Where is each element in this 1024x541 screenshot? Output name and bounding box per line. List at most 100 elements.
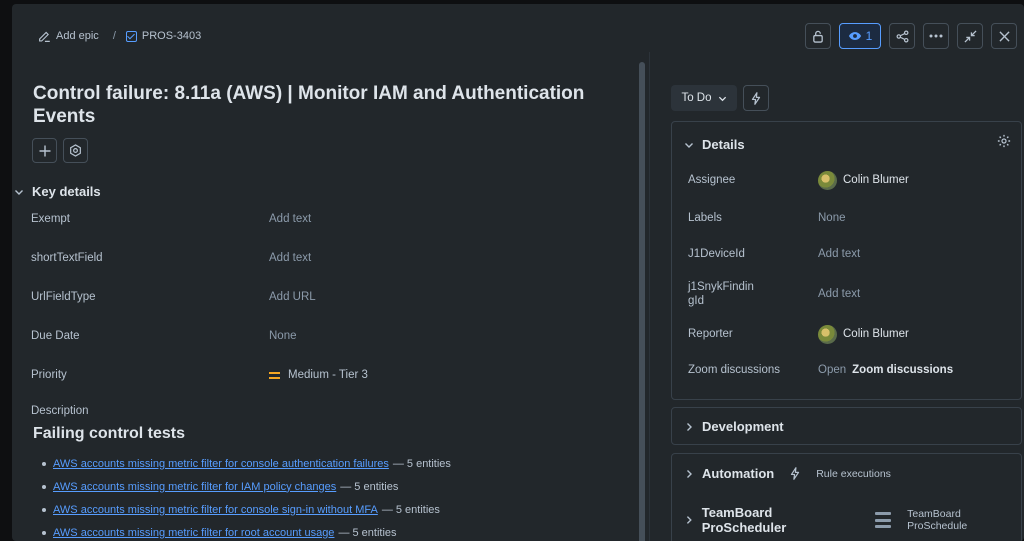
device-id-value[interactable]: Add text — [818, 248, 860, 260]
details-row-snyk-finding-id: j1SnykFindin gId Add text — [688, 279, 1008, 309]
details-row-reporter: Reporter Colin Blumer — [688, 324, 1008, 344]
automation-heading: Automation — [702, 466, 775, 481]
watch-count: 1 — [865, 29, 873, 43]
assignee-name: Colin Blumer — [843, 174, 909, 186]
chevron-down-icon — [718, 96, 726, 101]
list-item: AWS accounts missing metric filter for r… — [42, 521, 451, 541]
row-label: j1SnykFindin gId — [688, 281, 754, 307]
close-icon — [998, 30, 1010, 42]
eye-icon — [848, 32, 861, 40]
breadcrumb: Add epic / PROS-3403 — [38, 28, 201, 44]
minimize-icon — [963, 29, 977, 43]
teamboard-logo-icon — [874, 512, 892, 528]
field-short-text: shortTextField Add text — [31, 248, 621, 268]
issue-title[interactable]: Control failure: 8.11a (AWS) | Monitor I… — [33, 82, 613, 128]
status-dropdown[interactable]: To Do — [671, 85, 737, 111]
automation-panel: Automation Rule executions TeamBoard Pro… — [671, 453, 1022, 541]
control-test-link[interactable]: AWS accounts missing metric filter for r… — [53, 527, 334, 539]
apps-button[interactable] — [63, 138, 88, 163]
details-panel: Details Assignee Colin Blumer Labels Non… — [671, 121, 1022, 400]
breadcrumb-separator: / — [112, 30, 116, 42]
gear-icon[interactable] — [997, 134, 1011, 148]
main-scrollbar[interactable] — [639, 62, 645, 541]
field-value[interactable]: Add text — [269, 213, 311, 225]
share-icon — [896, 30, 908, 42]
entity-count: — 5 entities — [340, 480, 399, 493]
issue-modal: Add epic / PROS-3403 1 Control failure: … — [12, 4, 1024, 541]
development-panel: Development — [671, 407, 1022, 445]
row-label: Assignee — [688, 174, 736, 186]
description-label: Description — [31, 405, 89, 417]
lightning-icon — [791, 467, 800, 480]
control-test-link[interactable]: AWS accounts missing metric filter for I… — [53, 481, 336, 493]
field-label: Exempt — [31, 213, 70, 225]
list-item: AWS accounts missing metric filter for c… — [42, 452, 451, 475]
field-exempt: Exempt Add text — [31, 209, 621, 229]
automation-button[interactable] — [743, 85, 769, 111]
hexagon-icon — [70, 144, 81, 157]
medium-priority-icon — [269, 371, 280, 379]
chevron-down-icon — [15, 189, 23, 195]
zoom-prefix: Open — [818, 364, 847, 376]
header-actions: 1 — [805, 23, 1017, 49]
snyk-finding-value[interactable]: Add text — [818, 288, 860, 300]
rule-executions-label: Rule executions — [816, 467, 891, 480]
share-button[interactable] — [889, 23, 915, 49]
lightning-icon — [751, 91, 761, 105]
more-icon — [929, 34, 943, 38]
add-button[interactable] — [32, 138, 57, 163]
field-value[interactable]: Add URL — [269, 291, 316, 303]
issue-key-label: PROS-3403 — [141, 30, 202, 42]
field-value[interactable]: None — [269, 330, 297, 342]
field-value[interactable]: Add text — [269, 252, 311, 264]
close-button[interactable] — [991, 23, 1017, 49]
field-url: UrlFieldType Add URL — [31, 287, 621, 307]
field-label: Due Date — [31, 330, 80, 342]
assignee-value[interactable]: Colin Blumer — [818, 170, 909, 190]
development-toggle[interactable]: Development — [684, 419, 784, 434]
title-toolbar — [32, 138, 88, 163]
avatar — [818, 170, 837, 190]
chevron-right-icon — [687, 469, 692, 478]
more-actions-button[interactable] — [923, 23, 949, 49]
task-type-icon — [125, 30, 137, 42]
field-due-date: Due Date None — [31, 326, 621, 346]
collapse-button[interactable] — [957, 23, 983, 49]
key-details-toggle[interactable]: Key details — [12, 184, 101, 199]
control-test-link[interactable]: AWS accounts missing metric filter for c… — [53, 504, 378, 516]
watch-button[interactable]: 1 — [839, 23, 881, 49]
lock-button[interactable] — [805, 23, 831, 49]
entity-count: — 5 entities — [338, 526, 397, 539]
row-label: Reporter — [688, 328, 733, 340]
details-toggle[interactable]: Details — [684, 137, 745, 152]
priority-value[interactable]: Medium - Tier 3 — [269, 369, 368, 381]
avatar — [818, 324, 837, 344]
automation-toggle[interactable]: Automation Rule executions — [684, 466, 891, 481]
edit-icon — [39, 31, 50, 42]
unlock-icon — [813, 30, 823, 43]
teamboard-heading: TeamBoard ProScheduler — [701, 505, 787, 535]
reporter-value[interactable]: Colin Blumer — [818, 324, 909, 344]
issue-main-column: Control failure: 8.11a (AWS) | Monitor I… — [12, 60, 640, 541]
zoom-discussions-link[interactable]: Open Zoom discussions — [818, 364, 953, 376]
plus-icon — [39, 145, 50, 156]
description-heading: Failing control tests — [33, 425, 186, 442]
failing-tests-list: AWS accounts missing metric filter for c… — [42, 452, 451, 541]
teamboard-toggle[interactable]: TeamBoard ProScheduler TeamBoard ProSche… — [684, 505, 1021, 535]
list-item: AWS accounts missing metric filter for c… — [42, 498, 451, 521]
priority-text: Medium - Tier 3 — [288, 369, 368, 381]
entity-count: — 5 entities — [381, 503, 440, 516]
row-label: Labels — [688, 212, 722, 224]
chevron-right-icon — [687, 422, 692, 431]
field-priority: Priority Medium - Tier 3 — [31, 365, 621, 385]
issue-key-link[interactable]: PROS-3403 — [125, 30, 202, 42]
control-test-link[interactable]: AWS accounts missing metric filter for c… — [53, 458, 389, 470]
key-details-heading: Key details — [32, 184, 101, 199]
labels-value[interactable]: None — [818, 212, 846, 224]
development-heading: Development — [702, 419, 784, 434]
add-epic-link[interactable]: Add epic — [38, 30, 99, 43]
status-label: To Do — [681, 92, 712, 104]
add-epic-label: Add epic — [56, 30, 99, 42]
entity-count: — 5 entities — [392, 457, 451, 470]
chevron-right-icon — [686, 516, 692, 524]
